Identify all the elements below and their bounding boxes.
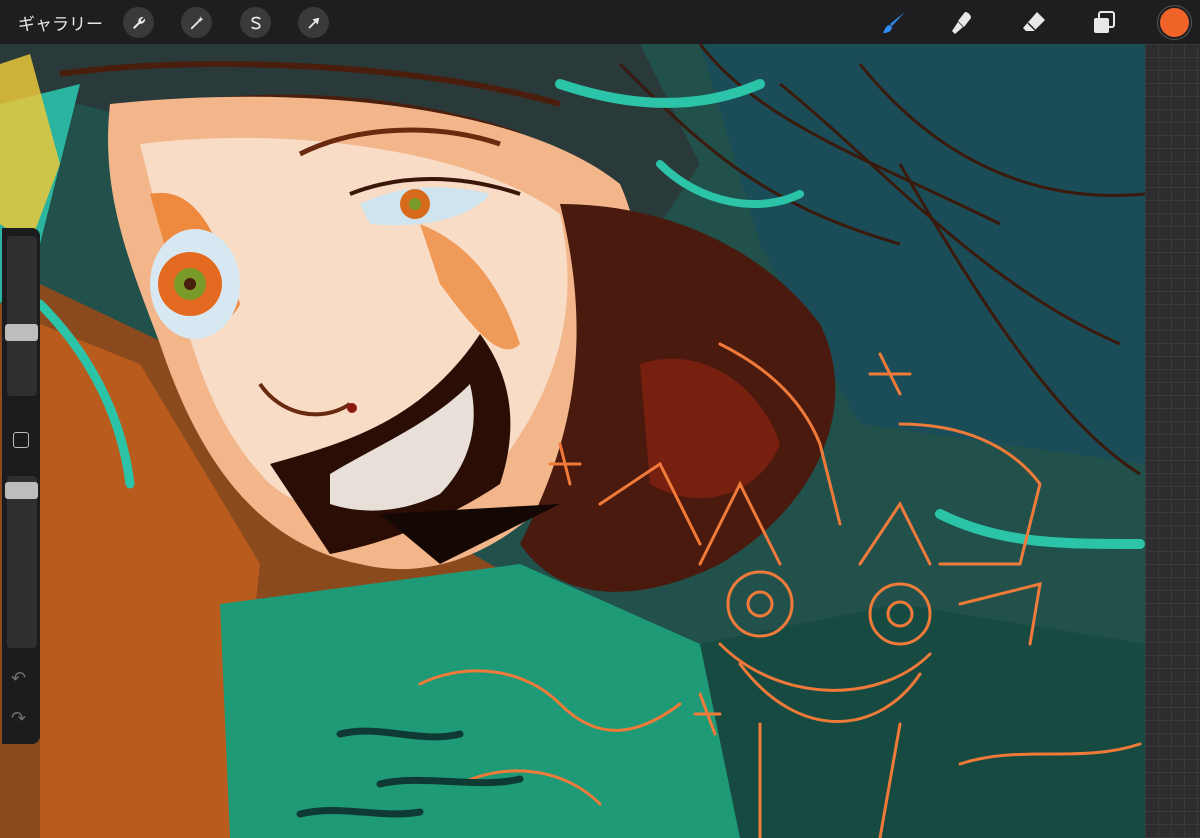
layers-icon <box>1094 11 1115 33</box>
opacity-slider[interactable] <box>5 476 38 648</box>
brush-tool-button[interactable] <box>877 6 911 40</box>
transform-button[interactable] <box>298 7 329 38</box>
magic-wand-icon <box>190 15 204 29</box>
top-toolbar: ギャラリー <box>0 0 1200 44</box>
gallery-button[interactable]: ギャラリー <box>18 10 103 35</box>
actions-button[interactable] <box>123 7 154 38</box>
wrench-icon <box>132 16 145 29</box>
redo-icon: ↷ <box>11 708 27 729</box>
canvas-grid-margin <box>1145 44 1200 838</box>
brush-size-slider[interactable] <box>5 236 38 396</box>
arrow-cursor-icon <box>308 17 319 28</box>
undo-icon: ↶ <box>11 668 27 689</box>
brush-size-knob[interactable] <box>5 324 38 341</box>
layers-button[interactable] <box>1087 6 1121 40</box>
drawing-canvas[interactable] <box>0 44 1145 838</box>
artwork-illustration <box>0 44 1145 838</box>
opacity-knob[interactable] <box>5 482 38 499</box>
eraser-icon <box>1023 12 1045 31</box>
eraser-tool-button[interactable] <box>1017 6 1051 40</box>
modify-button[interactable] <box>13 432 29 448</box>
smudge-icon <box>952 12 971 34</box>
left-sidebar: ↶ ↷ <box>2 228 40 744</box>
redo-button[interactable]: ↷ <box>11 708 26 729</box>
selection-s-icon <box>250 16 261 29</box>
brush-icon <box>883 12 905 33</box>
adjustments-button[interactable] <box>181 7 212 38</box>
smudge-tool-button[interactable] <box>946 6 980 40</box>
selection-button[interactable] <box>240 7 271 38</box>
color-picker-button[interactable] <box>1160 8 1189 37</box>
undo-button[interactable]: ↶ <box>11 668 26 689</box>
